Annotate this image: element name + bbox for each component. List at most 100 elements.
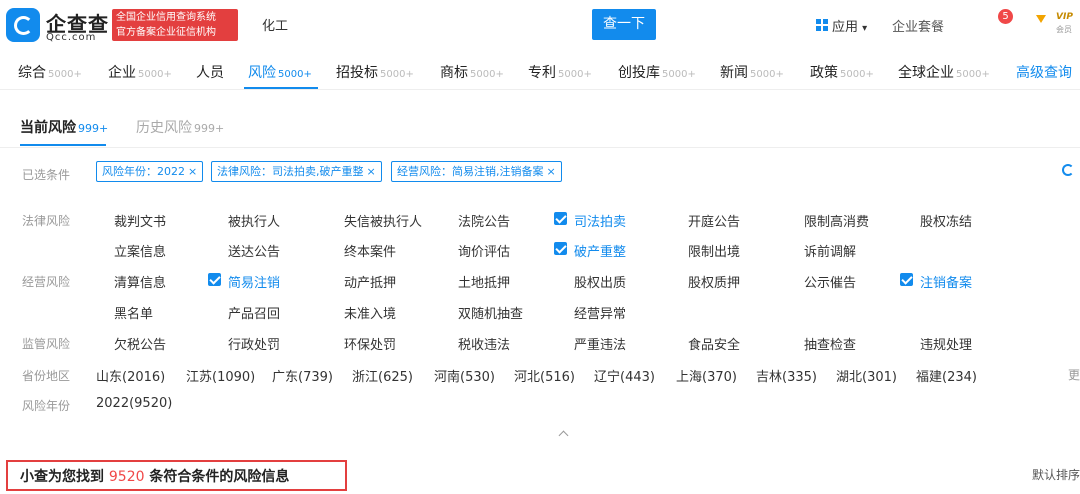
crown-icon[interactable] xyxy=(1036,15,1046,25)
region-hubei[interactable]: 湖北(301) xyxy=(836,366,897,385)
tab-global-enterprise[interactable]: 全球企业 5000+ xyxy=(898,62,990,82)
vip-label[interactable]: VIP xyxy=(1056,12,1073,22)
option-food-safety[interactable]: 食品安全 xyxy=(688,334,740,353)
option-cancellation-record[interactable]: 注销备案 xyxy=(920,272,972,291)
apps-label: 应用 xyxy=(832,20,859,35)
official-badge: 全国企业信用查询系统 官方备案企业征信机构 xyxy=(112,9,238,41)
badge-line-2: 官方备案企业征信机构 xyxy=(116,27,216,38)
option-abnormal-operation[interactable]: 经营异常 xyxy=(574,303,626,322)
close-icon[interactable]: × xyxy=(547,165,556,178)
apps-grid-icon[interactable] xyxy=(816,19,828,31)
filter-chip-legal[interactable]: 法律风险：司法拍卖,破产重整 × xyxy=(211,161,382,182)
option-admin-penalty[interactable]: 行政处罚 xyxy=(228,334,280,353)
option-product-recall[interactable]: 产品召回 xyxy=(228,303,280,322)
option-consumption-limit[interactable]: 限制高消费 xyxy=(804,211,869,230)
notification-badge[interactable]: 5 xyxy=(998,9,1013,24)
chevron-up-icon[interactable] xyxy=(558,430,569,441)
active-subtab-indicator xyxy=(20,144,106,146)
checkbox-bankruptcy[interactable] xyxy=(554,242,567,255)
region-zhejiang[interactable]: 浙江(625) xyxy=(352,366,413,385)
enterprise-package-link[interactable]: 企业套餐 xyxy=(892,16,944,35)
option-price-inquiry[interactable]: 询价评估 xyxy=(458,241,510,260)
tab-people[interactable]: 人员 xyxy=(196,62,226,82)
apps-menu[interactable]: 应用 ▾ xyxy=(832,16,867,35)
option-land-mortgage[interactable]: 土地抵押 xyxy=(458,272,510,291)
refresh-icon[interactable] xyxy=(1062,164,1074,176)
active-tab-indicator xyxy=(244,87,318,89)
region-liaoning[interactable]: 辽宁(443) xyxy=(594,366,655,385)
region-hebei[interactable]: 河北(516) xyxy=(514,366,575,385)
region-fujian[interactable]: 福建(234) xyxy=(916,366,977,385)
tab-venture[interactable]: 创投库 5000+ xyxy=(618,62,696,82)
tab-trademark[interactable]: 商标 5000+ xyxy=(440,62,504,82)
chevron-down-icon: ▾ xyxy=(862,23,868,34)
legal-risk-label: 法律风险 xyxy=(22,214,71,228)
option-equity-freeze[interactable]: 股权冻结 xyxy=(920,211,972,230)
checkbox-judicial-auction[interactable] xyxy=(554,212,567,225)
option-terminated-case[interactable]: 终本案件 xyxy=(344,241,396,260)
qcc-logo-icon[interactable] xyxy=(6,8,40,42)
tab-patent[interactable]: 专利 5000+ xyxy=(528,62,592,82)
region-shandong[interactable]: 山东(2016) xyxy=(96,366,165,385)
advanced-search-link[interactable]: 高级查询 xyxy=(1016,62,1072,82)
option-bankruptcy[interactable]: 破产重整 xyxy=(574,241,626,260)
year-2022-option[interactable]: 2022(9520) xyxy=(96,396,172,411)
option-tax-violation[interactable]: 税收违法 xyxy=(458,334,510,353)
selected-conditions-label: 已选条件 xyxy=(22,168,71,182)
option-equity-pledge[interactable]: 股权质押 xyxy=(688,272,740,291)
option-serious-violation[interactable]: 严重违法 xyxy=(574,334,626,353)
tab-comprehensive[interactable]: 综合 5000+ xyxy=(18,62,82,82)
option-executee[interactable]: 被执行人 xyxy=(228,211,280,230)
tab-news[interactable]: 新闻 5000+ xyxy=(720,62,784,82)
sort-dropdown[interactable]: 默认排序 xyxy=(1032,466,1080,483)
option-exit-restriction[interactable]: 限制出境 xyxy=(688,241,740,260)
vip-sub-label: 会员 xyxy=(1056,25,1072,34)
option-equity-pledge-out[interactable]: 股权出质 xyxy=(574,272,626,291)
search-button[interactable]: 查一下 xyxy=(592,9,656,40)
tab-historical-risk[interactable]: 历史风险 999+ xyxy=(136,117,224,137)
option-case-filing[interactable]: 立案信息 xyxy=(114,241,166,260)
region-jiangsu[interactable]: 江苏(1090) xyxy=(186,366,255,385)
option-court-notice[interactable]: 法院公告 xyxy=(458,211,510,230)
filter-chip-year[interactable]: 风险年份：2022 × xyxy=(96,161,204,182)
brand-domain: Qcc.com xyxy=(46,32,97,43)
checkbox-simple-cancellation[interactable] xyxy=(208,273,221,286)
more-regions-link[interactable]: 更 xyxy=(1068,366,1080,383)
option-pre-litigation-mediation[interactable]: 诉前调解 xyxy=(804,241,856,260)
search-input[interactable] xyxy=(252,8,590,40)
option-hearing-notice[interactable]: 开庭公告 xyxy=(688,211,740,230)
filter-chip-operation[interactable]: 经营风险：简易注销,注销备案 × xyxy=(391,161,562,182)
option-judicial-auction[interactable]: 司法拍卖 xyxy=(574,211,626,230)
option-chattel-mortgage[interactable]: 动产抵押 xyxy=(344,272,396,291)
option-simple-cancellation[interactable]: 简易注销 xyxy=(228,272,280,291)
tab-bidding[interactable]: 招投标 5000+ xyxy=(336,62,414,82)
tab-policy[interactable]: 政策 5000+ xyxy=(810,62,874,82)
tab-enterprise[interactable]: 企业 5000+ xyxy=(108,62,172,82)
region-shanghai[interactable]: 上海(370) xyxy=(676,366,737,385)
option-random-inspection[interactable]: 双随机抽查 xyxy=(458,303,523,322)
option-entry-denied[interactable]: 未准入境 xyxy=(344,303,396,322)
option-public-notice[interactable]: 公示催告 xyxy=(804,272,856,291)
divider xyxy=(0,147,1080,148)
option-judgment[interactable]: 裁判文书 xyxy=(114,211,166,230)
option-liquidation[interactable]: 清算信息 xyxy=(114,272,166,291)
option-environmental-penalty[interactable]: 环保处罚 xyxy=(344,334,396,353)
region-jilin[interactable]: 吉林(335) xyxy=(756,366,817,385)
checkbox-cancellation-record[interactable] xyxy=(900,273,913,286)
option-blacklist[interactable]: 黑名单 xyxy=(114,303,153,322)
operation-risk-label: 经营风险 xyxy=(22,275,71,289)
option-tax-arrears[interactable]: 欠税公告 xyxy=(114,334,166,353)
option-spot-check[interactable]: 抽查检查 xyxy=(804,334,856,353)
option-violation-handling[interactable]: 违规处理 xyxy=(920,334,972,353)
option-dishonest-executee[interactable]: 失信被执行人 xyxy=(344,211,422,230)
tab-risk[interactable]: 风险 5000+ xyxy=(248,62,312,82)
badge-line-1: 全国企业信用查询系统 xyxy=(116,12,216,23)
close-icon[interactable]: × xyxy=(367,165,376,178)
close-icon[interactable]: × xyxy=(188,165,197,178)
result-count: 9520 xyxy=(108,469,145,485)
tab-current-risk[interactable]: 当前风险 999+ xyxy=(20,117,108,137)
region-guangdong[interactable]: 广东(739) xyxy=(272,366,333,385)
top-header: 企查查 Qcc.com 全国企业信用查询系统 官方备案企业征信机构 查一下 应用… xyxy=(0,0,1080,50)
region-henan[interactable]: 河南(530) xyxy=(434,366,495,385)
option-service-notice[interactable]: 送达公告 xyxy=(228,241,280,260)
